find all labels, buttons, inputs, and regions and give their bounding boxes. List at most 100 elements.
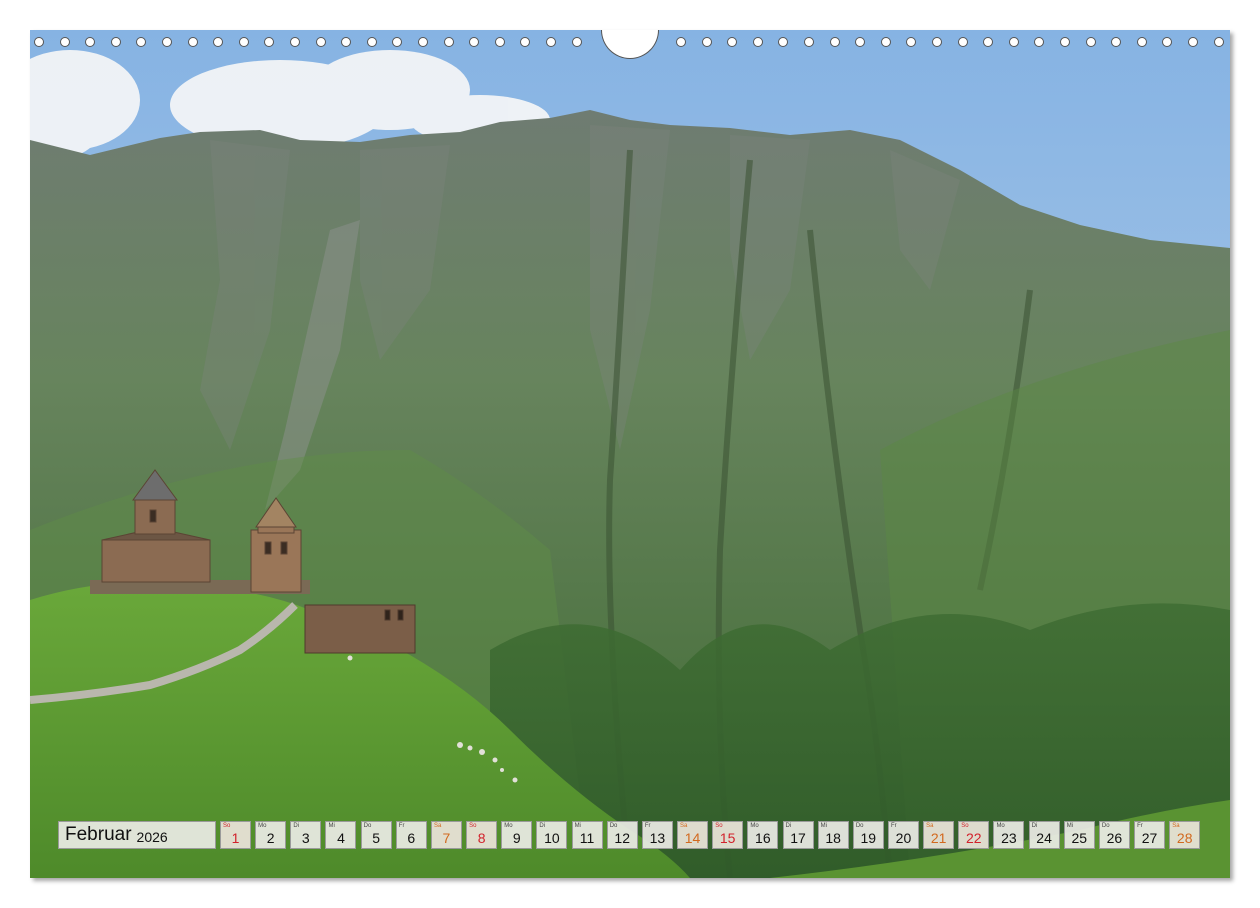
binding-hole-icon: [213, 37, 224, 47]
calendar-strip: Februar 2026 So 1 Mo 2 Di 3 Mi 4 Do 5 Fr 6 Sa 7 So 8 Mo 9…: [58, 821, 1204, 849]
day-cell: So 1: [220, 821, 251, 849]
binding-hole-icon: [1188, 37, 1198, 47]
binding-hole-icon: [957, 37, 968, 47]
day-number: 16: [755, 830, 771, 846]
day-number: 6: [407, 830, 416, 846]
binding-hole-icon: [880, 37, 891, 47]
landscape-photo: [30, 30, 1230, 878]
binding-hole-icon: [829, 37, 840, 47]
day-number: 4: [337, 830, 345, 846]
binding-hole-icon: [906, 37, 917, 47]
binding-hole-icon: [727, 37, 738, 47]
binding-hole-icon: [571, 37, 582, 47]
day-number: 20: [895, 830, 912, 846]
binding-hole-icon: [1008, 37, 1019, 47]
day-cell: Mo 23: [993, 821, 1025, 849]
day-number: 28: [1176, 830, 1193, 846]
binding-hole-icon: [546, 37, 556, 47]
day-number: 18: [825, 830, 841, 846]
day-cell: Di 24: [1028, 821, 1060, 849]
day-cell: Sa 14: [677, 821, 709, 849]
day-cell: Mi 11: [571, 821, 603, 849]
month-year: 2026: [136, 828, 168, 845]
day-cell: Do 26: [1098, 821, 1130, 849]
day-cell: Fr 13: [641, 821, 673, 849]
month-name: Februar: [65, 824, 132, 845]
binding-hole-icon: [1162, 37, 1173, 47]
day-cell: Do 19: [852, 821, 884, 849]
binding-hole-icon: [752, 37, 763, 47]
calendar-page: Februar 2026 So 1 Mo 2 Di 3 Mi 4 Do 5 Fr 6 Sa 7 So 8 Mo 9…: [0, 0, 1260, 908]
day-number: 21: [930, 830, 947, 846]
day-number: 24: [1036, 830, 1052, 846]
binding-hole-icon: [85, 37, 96, 47]
day-cell: Mi 4: [325, 821, 357, 849]
day-cell: So 15: [712, 821, 744, 849]
ruined-building: [304, 604, 416, 654]
binding-hole-icon: [341, 37, 352, 47]
binding-hole-icon: [778, 37, 789, 47]
day-cell: Fr 27: [1134, 821, 1166, 849]
binding-hole-icon: [418, 37, 428, 47]
binding-hole-icon: [187, 37, 198, 47]
day-cell: Mo 2: [255, 821, 287, 849]
day-cell: Di 3: [290, 821, 322, 849]
binding-hole-icon: [1213, 37, 1224, 47]
day-number: 15: [719, 830, 736, 846]
binding-hole-icon: [1111, 37, 1122, 47]
binding-hole-icon: [136, 37, 147, 47]
day-number: 12: [614, 830, 630, 846]
binding-hole-icon: [1060, 37, 1070, 47]
binding-hole-icon: [855, 37, 866, 47]
binding-hole-icon: [366, 37, 377, 47]
day-number: 2: [266, 830, 275, 846]
binding-hole-icon: [1136, 37, 1147, 47]
day-number: 14: [684, 830, 701, 846]
day-number: 25: [1071, 830, 1088, 846]
binding-hole-icon: [983, 37, 994, 47]
day-cell: Do 5: [360, 821, 392, 849]
day-cell: Mi 25: [1063, 821, 1095, 849]
binding-hole-icon: [110, 37, 121, 47]
day-number: 22: [965, 830, 982, 846]
day-number: 7: [442, 830, 451, 846]
binding-hole-icon: [701, 37, 712, 47]
binding-hole-icon: [676, 37, 686, 47]
day-number: 13: [649, 830, 666, 846]
day-number: 26: [1106, 830, 1123, 846]
binding-hole-icon: [520, 37, 531, 47]
binding-hole-icon: [59, 37, 70, 47]
binding-hole-icon: [264, 37, 275, 47]
binding-hole-icon: [34, 37, 44, 47]
binding-hole-icon: [162, 37, 172, 47]
day-cell: Do 12: [606, 821, 638, 849]
day-number: 11: [579, 830, 595, 846]
day-number: 17: [790, 830, 806, 846]
day-number: 3: [301, 830, 310, 846]
day-number: 1: [231, 830, 240, 846]
day-number: 27: [1141, 830, 1158, 846]
day-number: 5: [372, 830, 381, 846]
day-number: 19: [860, 830, 877, 846]
day-cell: Sa 21: [923, 821, 955, 849]
day-number: 23: [1001, 830, 1017, 846]
day-cell: Sa 28: [1169, 821, 1201, 849]
binding-hole-icon: [469, 37, 480, 47]
binding-hole-icon: [1034, 37, 1045, 47]
day-cell: Mi 18: [817, 821, 849, 849]
day-cell: Di 10: [536, 821, 568, 849]
day-number: 10: [544, 830, 560, 846]
binding-hole-icon: [1085, 37, 1096, 47]
day-cell: So 22: [958, 821, 990, 849]
mountain-church-scene: [30, 30, 1230, 878]
day-cell: So 8: [466, 821, 498, 849]
day-cell: Di 17: [782, 821, 814, 849]
binding-hole-icon: [392, 37, 403, 47]
binding-hole-icon: [494, 37, 505, 47]
day-cell: Fr 20: [887, 821, 919, 849]
binding-hole-icon: [804, 37, 814, 47]
day-cell: Fr 6: [395, 821, 427, 849]
binding-hole-icon: [290, 37, 300, 47]
binding-hole-icon: [443, 37, 454, 47]
day-cell: Mo 9: [501, 821, 533, 849]
